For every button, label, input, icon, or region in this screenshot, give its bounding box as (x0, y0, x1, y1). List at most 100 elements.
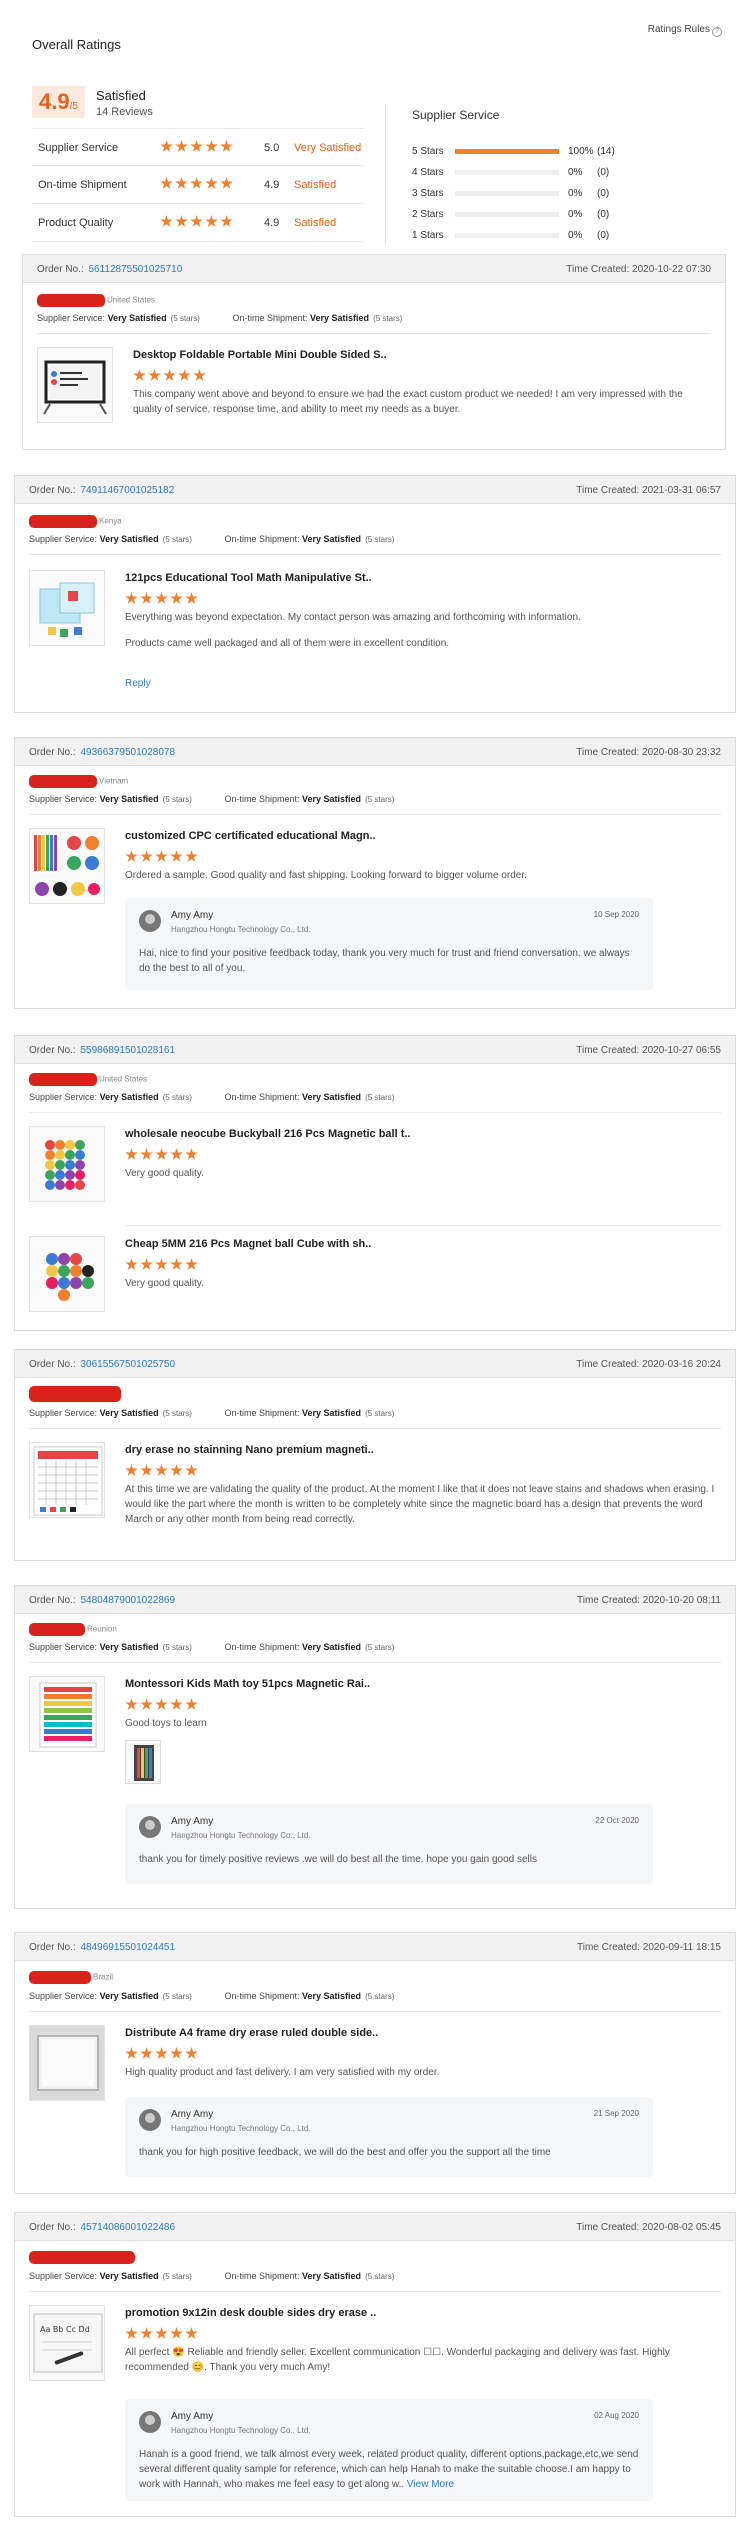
review-card-header: Order No.: 56112875501025710 Time Create… (23, 255, 725, 283)
order-number-link[interactable]: 54804879001022869 (80, 1595, 175, 1606)
dimension-value: 5.0 (264, 142, 280, 154)
order-number-link[interactable]: 45714086001022486 (80, 2222, 175, 2233)
rating-dimensions: Supplier Service 5.0 Very Satisfied On-t… (32, 128, 364, 242)
product-thumbnail[interactable] (37, 347, 113, 423)
distribution-bar (455, 149, 559, 154)
review-photo[interactable] (125, 1740, 161, 1784)
product-thumbnail[interactable] (29, 828, 105, 904)
distribution-bar-fill (455, 149, 559, 154)
product-thumbnail[interactable] (29, 1442, 105, 1518)
order-number-link[interactable]: 55986891501028161 (80, 1045, 175, 1056)
supplier-service-stars: (5 stars) (162, 535, 192, 544)
time-created: Time Created: 2020-09-11 18:15 (577, 1942, 721, 1953)
review-card-header: Order No.: 30615567501025750 Time Create… (15, 1350, 735, 1378)
star-icon (205, 177, 218, 189)
buyer-info: United States (29, 1073, 147, 1087)
review-product: 121pcs Educational Tool Math Manipulativ… (29, 570, 721, 700)
supplier-service-label: Supplier Service: (37, 313, 106, 323)
product-star-rating (125, 1148, 200, 1161)
ontime-shipment-label: On-time Shipment: (224, 794, 300, 804)
product-title[interactable]: promotion 9x12in desk double sides dry e… (125, 2307, 376, 2319)
star-icon (160, 140, 173, 152)
star-rating (160, 215, 235, 228)
help-icon[interactable]: ? (712, 27, 722, 37)
product-thumbnail[interactable] (29, 570, 105, 646)
supplier-service-stars: (5 stars) (162, 1643, 192, 1652)
order-number-link[interactable]: 74911467001025182 (80, 485, 174, 496)
dimension-label: Very Satisfied (294, 142, 362, 154)
star-icon (160, 177, 173, 189)
order-number-link[interactable]: 30615567501025750 (80, 1359, 175, 1370)
distribution-count: (0) (597, 188, 610, 199)
rating-dimension-supplier-service: Supplier Service 5.0 Very Satisfied (32, 128, 364, 166)
product-title[interactable]: Montessori Kids Math toy 51pcs Magnetic … (125, 1678, 370, 1690)
product-title[interactable]: dry erase no stainning Nano premium magn… (125, 1444, 374, 1456)
dimension-name: On-time Shipment (38, 179, 127, 191)
star-icon (133, 369, 146, 381)
reply-link[interactable]: Reply (125, 678, 151, 689)
product-thumbnail[interactable] (29, 1676, 105, 1752)
distribution-count: (14) (597, 146, 615, 157)
dimension-name: Product Quality (38, 217, 114, 229)
star-icon (140, 1698, 153, 1710)
ontime-shipment-value: Very Satisfied (302, 534, 362, 544)
product-title[interactable]: Distribute A4 frame dry erase ruled doub… (125, 2027, 378, 2039)
product-title[interactable]: 121pcs Educational Tool Math Manipulativ… (125, 572, 372, 584)
product-title[interactable]: wholesale neocube Buckyball 216 Pcs Magn… (125, 1128, 411, 1140)
order-number-link[interactable]: 56112875501025710 (88, 264, 182, 275)
product-star-rating (125, 592, 200, 605)
order-number-link[interactable]: 48496915501024451 (80, 1942, 175, 1953)
supplier-service-value: Very Satisfied (99, 1642, 159, 1652)
reply-company: Hangzhou Hongtu Technology Co., Ltd. (171, 925, 311, 934)
review-text: Good toys to learn (125, 1718, 207, 1729)
order-number-link[interactable]: 49366379501028078 (80, 747, 175, 758)
product-title[interactable]: customized CPC certificated educational … (125, 830, 376, 842)
redacted-buyer-name (29, 515, 97, 528)
view-more-link[interactable]: View More (407, 2479, 454, 2490)
star-icon (155, 1258, 168, 1270)
reply-text: Hai, nice to find your positive feedback… (139, 948, 630, 974)
product-thumbnail[interactable]: Aa Bb Cc Dd (29, 2305, 105, 2381)
ratings-rules-link[interactable]: Ratings Rules? (648, 24, 722, 37)
review-card: Order No.: 48496915501024451 Time Create… (14, 1932, 736, 2194)
distribution-label: 5 Stars (412, 146, 444, 157)
star-icon (125, 592, 138, 604)
buyer-info: Kenya (29, 515, 122, 529)
review-card: Order No.: 30615567501025750 Time Create… (14, 1349, 736, 1561)
time-created: Time Created: 2021-03-31 06:57 (576, 485, 721, 496)
time-created-label: Time Created: (576, 1045, 640, 1056)
star-icon (125, 2327, 138, 2339)
product-thumbnail[interactable] (29, 2025, 105, 2101)
ontime-shipment-label: On-time Shipment: (224, 1642, 300, 1652)
order-number: Order No.: 45714086001022486 (29, 2222, 175, 2233)
product-title[interactable]: Cheap 5MM 216 Pcs Magnet ball Cube with … (125, 1238, 371, 1250)
product-thumbnail[interactable] (29, 1126, 105, 1202)
distribution-label: 2 Stars (412, 209, 444, 220)
star-icon (155, 1464, 168, 1476)
overall-score-value: 4.9 (39, 89, 70, 114)
order-number: Order No.: 56112875501025710 (37, 264, 182, 275)
redacted-buyer-name (29, 2251, 135, 2264)
overall-ratings-panel: Overall Ratings Ratings Rules? 4.9/5 Sat… (22, 12, 742, 246)
buyer-country: Kenya (99, 516, 122, 526)
review-card-header: Order No.: 74911467001025182 Time Create… (15, 476, 735, 504)
review-card: Order No.: 74911467001025182 Time Create… (14, 475, 736, 713)
order-number-label: Order No.: (29, 1359, 76, 1370)
order-number-label: Order No.: (29, 747, 76, 758)
reply-text-container: Hanah is a good friend, we talk almost e… (139, 2447, 639, 2492)
time-created-label: Time Created: (576, 485, 640, 496)
avatar (139, 2411, 161, 2433)
product-thumbnail[interactable] (29, 1236, 105, 1312)
ratings-rules-label[interactable]: Ratings Rules (648, 24, 710, 35)
star-rating (160, 140, 235, 153)
time-created-value: 2020-03-16 20:24 (642, 1359, 721, 1370)
star-icon (140, 1148, 153, 1160)
supplier-reply: Amy Amy Hangzhou Hongtu Technology Co., … (125, 898, 653, 990)
product-title[interactable]: Desktop Foldable Portable Mini Double Si… (133, 349, 387, 361)
time-created: Time Created: 2020-08-02 05:45 (576, 2222, 721, 2233)
avatar (139, 2109, 161, 2131)
review-card: Order No.: 55986891501028161 Time Create… (14, 1035, 736, 1331)
star-icon (125, 1698, 138, 1710)
reply-text: thank you for high positive feedback, we… (139, 2147, 551, 2158)
review-card: Order No.: 54804879001022869 Time Create… (14, 1585, 736, 1909)
